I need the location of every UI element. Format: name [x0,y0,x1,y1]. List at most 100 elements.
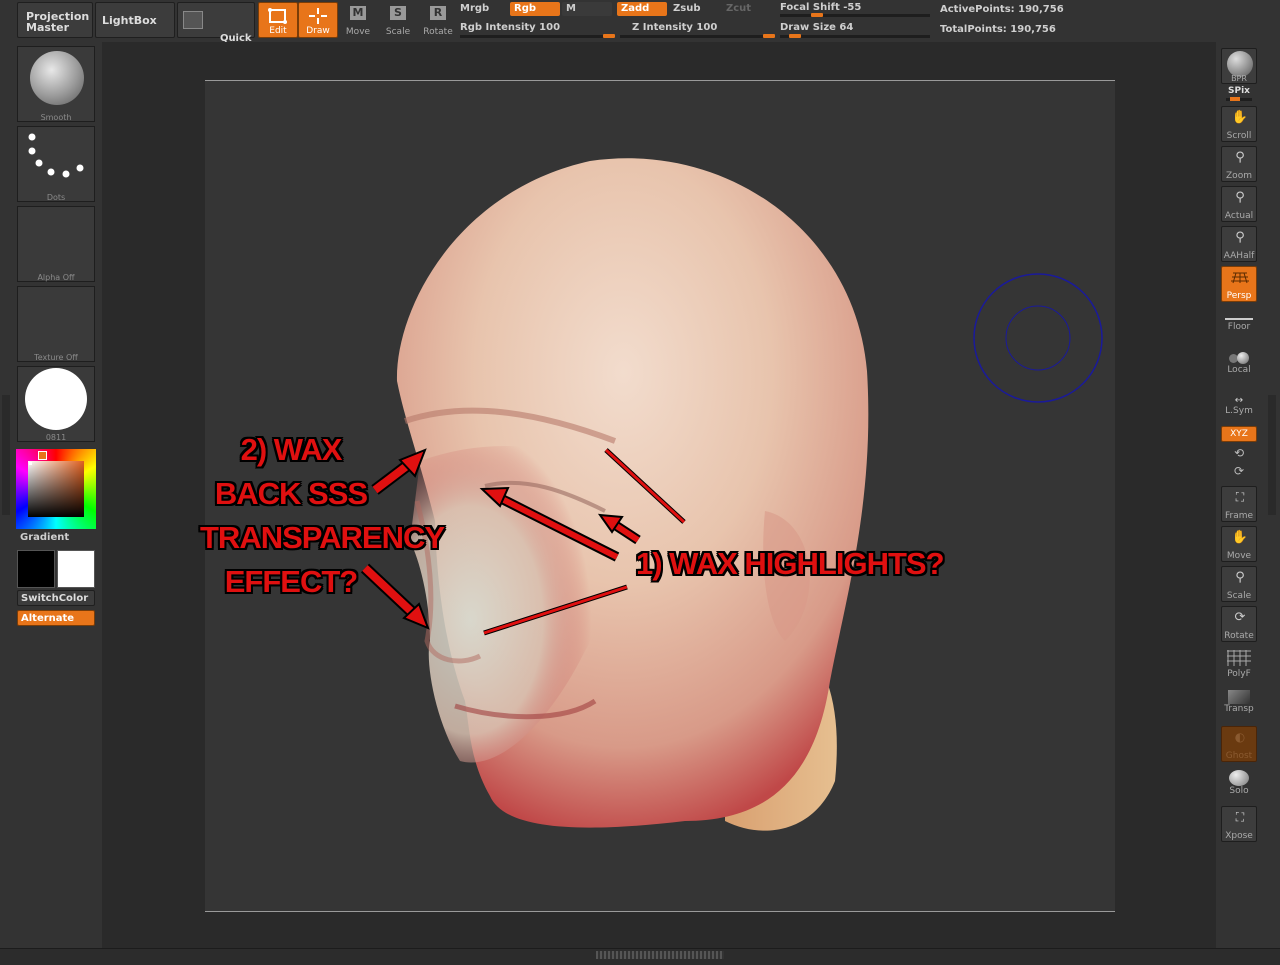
polyf-button[interactable]: PolyF [1221,650,1257,682]
solo-button[interactable]: Solo [1221,770,1257,802]
move-button[interactable]: M Move [338,2,378,38]
annotation-wax-back-sss: 2) WAX BACK SSS TRANSPARENCY EFFECT? [200,428,445,604]
spix-slider[interactable] [1226,97,1252,101]
z-intensity-label: Z Intensity 100 [632,22,718,33]
left-tray-handle[interactable] [2,395,10,515]
stroke-slot[interactable]: Dots [17,126,95,202]
right-tray-handle[interactable] [1268,395,1276,515]
switch-color-button[interactable]: SwitchColor [17,590,95,606]
z-intensity-slider[interactable] [620,35,775,38]
projection-master-button[interactable]: Projection Master [17,2,93,38]
material-slot[interactable]: 0811 [17,366,95,442]
scroll-label: Scroll [1226,131,1252,141]
alternate-button[interactable]: Alternate [17,610,95,626]
lsym-button[interactable]: ↔ L.Sym [1221,396,1257,420]
rgb-intensity-knob[interactable] [603,34,615,38]
focal-shift-knob[interactable] [811,13,824,17]
local-button[interactable]: Local [1221,350,1257,384]
lsym-label: L.Sym [1225,406,1253,416]
spix-knob[interactable] [1230,97,1240,101]
zoom-magnifier-icon: ⚲ [1235,150,1245,165]
rotate-view-icon: ⟳ [1234,610,1246,625]
zsub-button[interactable]: Zsub [673,3,700,14]
draw-button[interactable]: Draw [298,2,338,38]
rotate-z-icon[interactable]: ⟳ [1221,464,1257,478]
bottom-tray-handle[interactable] [596,951,724,959]
edit-icon [268,8,287,24]
move-hand-icon: ✋ [1231,530,1249,545]
annotation-line: 2) WAX [240,432,343,467]
rgb-button[interactable]: Rgb [510,2,560,16]
draw-size-knob[interactable] [788,34,801,38]
rotate-view-label: Rotate [1224,631,1254,641]
perspective-grid-icon [1231,272,1249,284]
color-picker[interactable] [16,449,96,529]
rotate-y-icon[interactable]: ⟲ [1221,446,1257,460]
scale-magnifier-icon: ⚲ [1235,570,1245,585]
lightbox-button[interactable]: LightBox [95,2,175,38]
transparency-icon [1228,690,1250,704]
smooth-brush-icon [30,51,84,105]
brush-slot[interactable]: Smooth [17,46,95,122]
color-picker-square[interactable] [28,461,84,517]
xyz-button[interactable]: XYZ [1221,426,1257,442]
z-intensity-knob[interactable] [763,34,775,38]
transp-button[interactable]: Transp [1221,690,1257,722]
mrgb-button[interactable]: Mrgb [460,3,489,14]
polyf-label: PolyF [1227,669,1251,679]
alpha-slot[interactable]: Alpha Off [17,206,95,282]
actual-button[interactable]: ⚲ Actual [1221,186,1257,222]
floor-label: Floor [1227,322,1251,332]
persp-button[interactable]: Persp [1221,266,1257,302]
primary-color-swatch[interactable] [17,550,55,588]
aahalf-magnifier-icon: ⚲ [1235,230,1245,245]
draw-size-slider[interactable] [780,35,930,38]
rotate-view-button[interactable]: ⟳ Rotate [1221,606,1257,642]
rotate-button[interactable]: R Rotate [418,2,458,38]
focal-shift-slider[interactable] [780,14,930,17]
ghost-button[interactable]: ◐ Ghost [1221,726,1257,762]
floor-button[interactable]: Floor [1221,308,1257,342]
texture-slot[interactable]: Texture Off [17,286,95,362]
scale-label: Scale [385,27,411,37]
frame-button[interactable]: ⛶ Frame [1221,486,1257,522]
actual-magnifier-icon: ⚲ [1235,190,1245,205]
actual-label: Actual [1224,211,1254,221]
gradient-label[interactable]: Gradient [20,532,69,543]
move-label: Move [345,27,371,37]
move-view-button[interactable]: ✋ Move [1221,526,1257,562]
brush-cursor [973,273,1103,403]
top-toolbar: Projection Master LightBox Quick Sketch … [0,0,1280,55]
secondary-color-swatch[interactable] [57,550,95,588]
color-picker-marker[interactable] [38,451,47,460]
scroll-button[interactable]: ✋ Scroll [1221,106,1257,142]
annotation-line: EFFECT? [224,564,359,599]
frame-icon: ⛶ [1235,490,1245,504]
rotate-icon: R [430,6,446,20]
rgb-intensity-slider[interactable] [460,35,615,38]
annotation-line: BACK SSS [214,476,368,511]
scale-button[interactable]: S Scale [378,2,418,38]
edit-button[interactable]: Edit [258,2,298,38]
stroke-label: Dots [46,193,66,202]
material-sphere-icon [25,368,87,430]
zcut-button[interactable]: Zcut [726,3,751,14]
scale-view-button[interactable]: ⚲ Scale [1221,566,1257,602]
scroll-hand-icon: ✋ [1231,110,1249,125]
zoom-label: Zoom [1226,171,1252,181]
annotation-wax-highlights: 1) WAX HIGHLIGHTS? [636,546,944,581]
move-view-label: Move [1226,551,1252,561]
bpr-button[interactable]: BPR [1221,48,1257,84]
xpose-button[interactable]: ⛶ Xpose [1221,806,1257,842]
zoom-button[interactable]: ⚲ Zoom [1221,146,1257,182]
m-button[interactable]: M [562,2,612,16]
quick-sketch-icon [183,11,203,29]
scale-view-label: Scale [1226,591,1252,601]
spix-label[interactable]: SPix [1221,86,1257,96]
lsym-arrows-icon: ↔ [1234,395,1244,406]
quick-sketch-button[interactable]: Quick Sketch [177,2,255,55]
draw-label: Draw [306,26,330,36]
polyframe-grid-icon [1227,650,1251,666]
zadd-button[interactable]: Zadd [617,2,667,16]
aahalf-button[interactable]: ⚲ AAHalf [1221,226,1257,262]
